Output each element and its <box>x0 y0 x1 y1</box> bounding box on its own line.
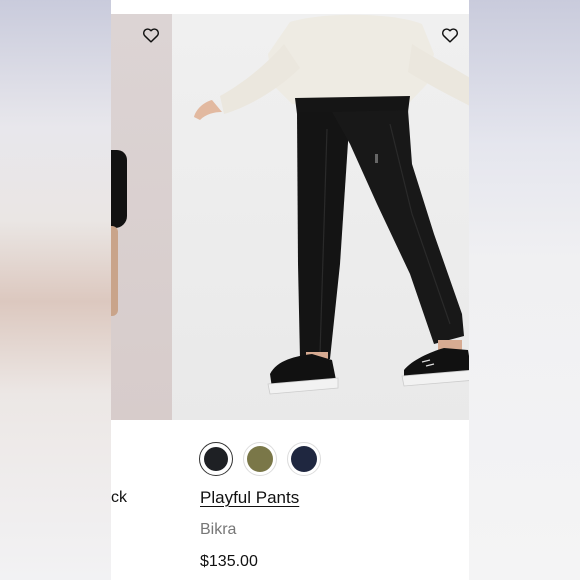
product-grid: ck Playful Pants Bikra $135.00 <box>111 0 469 580</box>
favorite-button-previous[interactable] <box>140 24 162 46</box>
pants-logo-tag <box>375 154 378 163</box>
product-image-previous[interactable] <box>111 14 172 420</box>
model-sleeve <box>111 150 127 228</box>
blurred-background-right <box>469 0 580 580</box>
color-swatch-olive[interactable] <box>243 442 277 476</box>
swatch-color <box>291 446 317 472</box>
heart-outline-icon <box>142 28 160 43</box>
swatch-color <box>247 446 273 472</box>
product-photo <box>194 14 469 395</box>
blurred-background-left <box>0 0 111 580</box>
hand-left <box>194 100 222 120</box>
product-name-link[interactable]: Playful Pants <box>200 488 299 508</box>
favorite-button[interactable] <box>439 24 461 46</box>
color-swatch-navy[interactable] <box>287 442 321 476</box>
swatch-color <box>204 447 228 471</box>
product-brand: Bikra <box>200 521 237 538</box>
heart-outline-icon <box>441 28 459 43</box>
product-price: $135.00 <box>200 553 258 570</box>
model-arm <box>111 226 118 316</box>
product-image[interactable] <box>172 14 469 420</box>
color-swatch-black[interactable] <box>199 442 233 476</box>
product-name-previous[interactable]: ck <box>111 489 127 507</box>
top-strip <box>111 0 469 14</box>
